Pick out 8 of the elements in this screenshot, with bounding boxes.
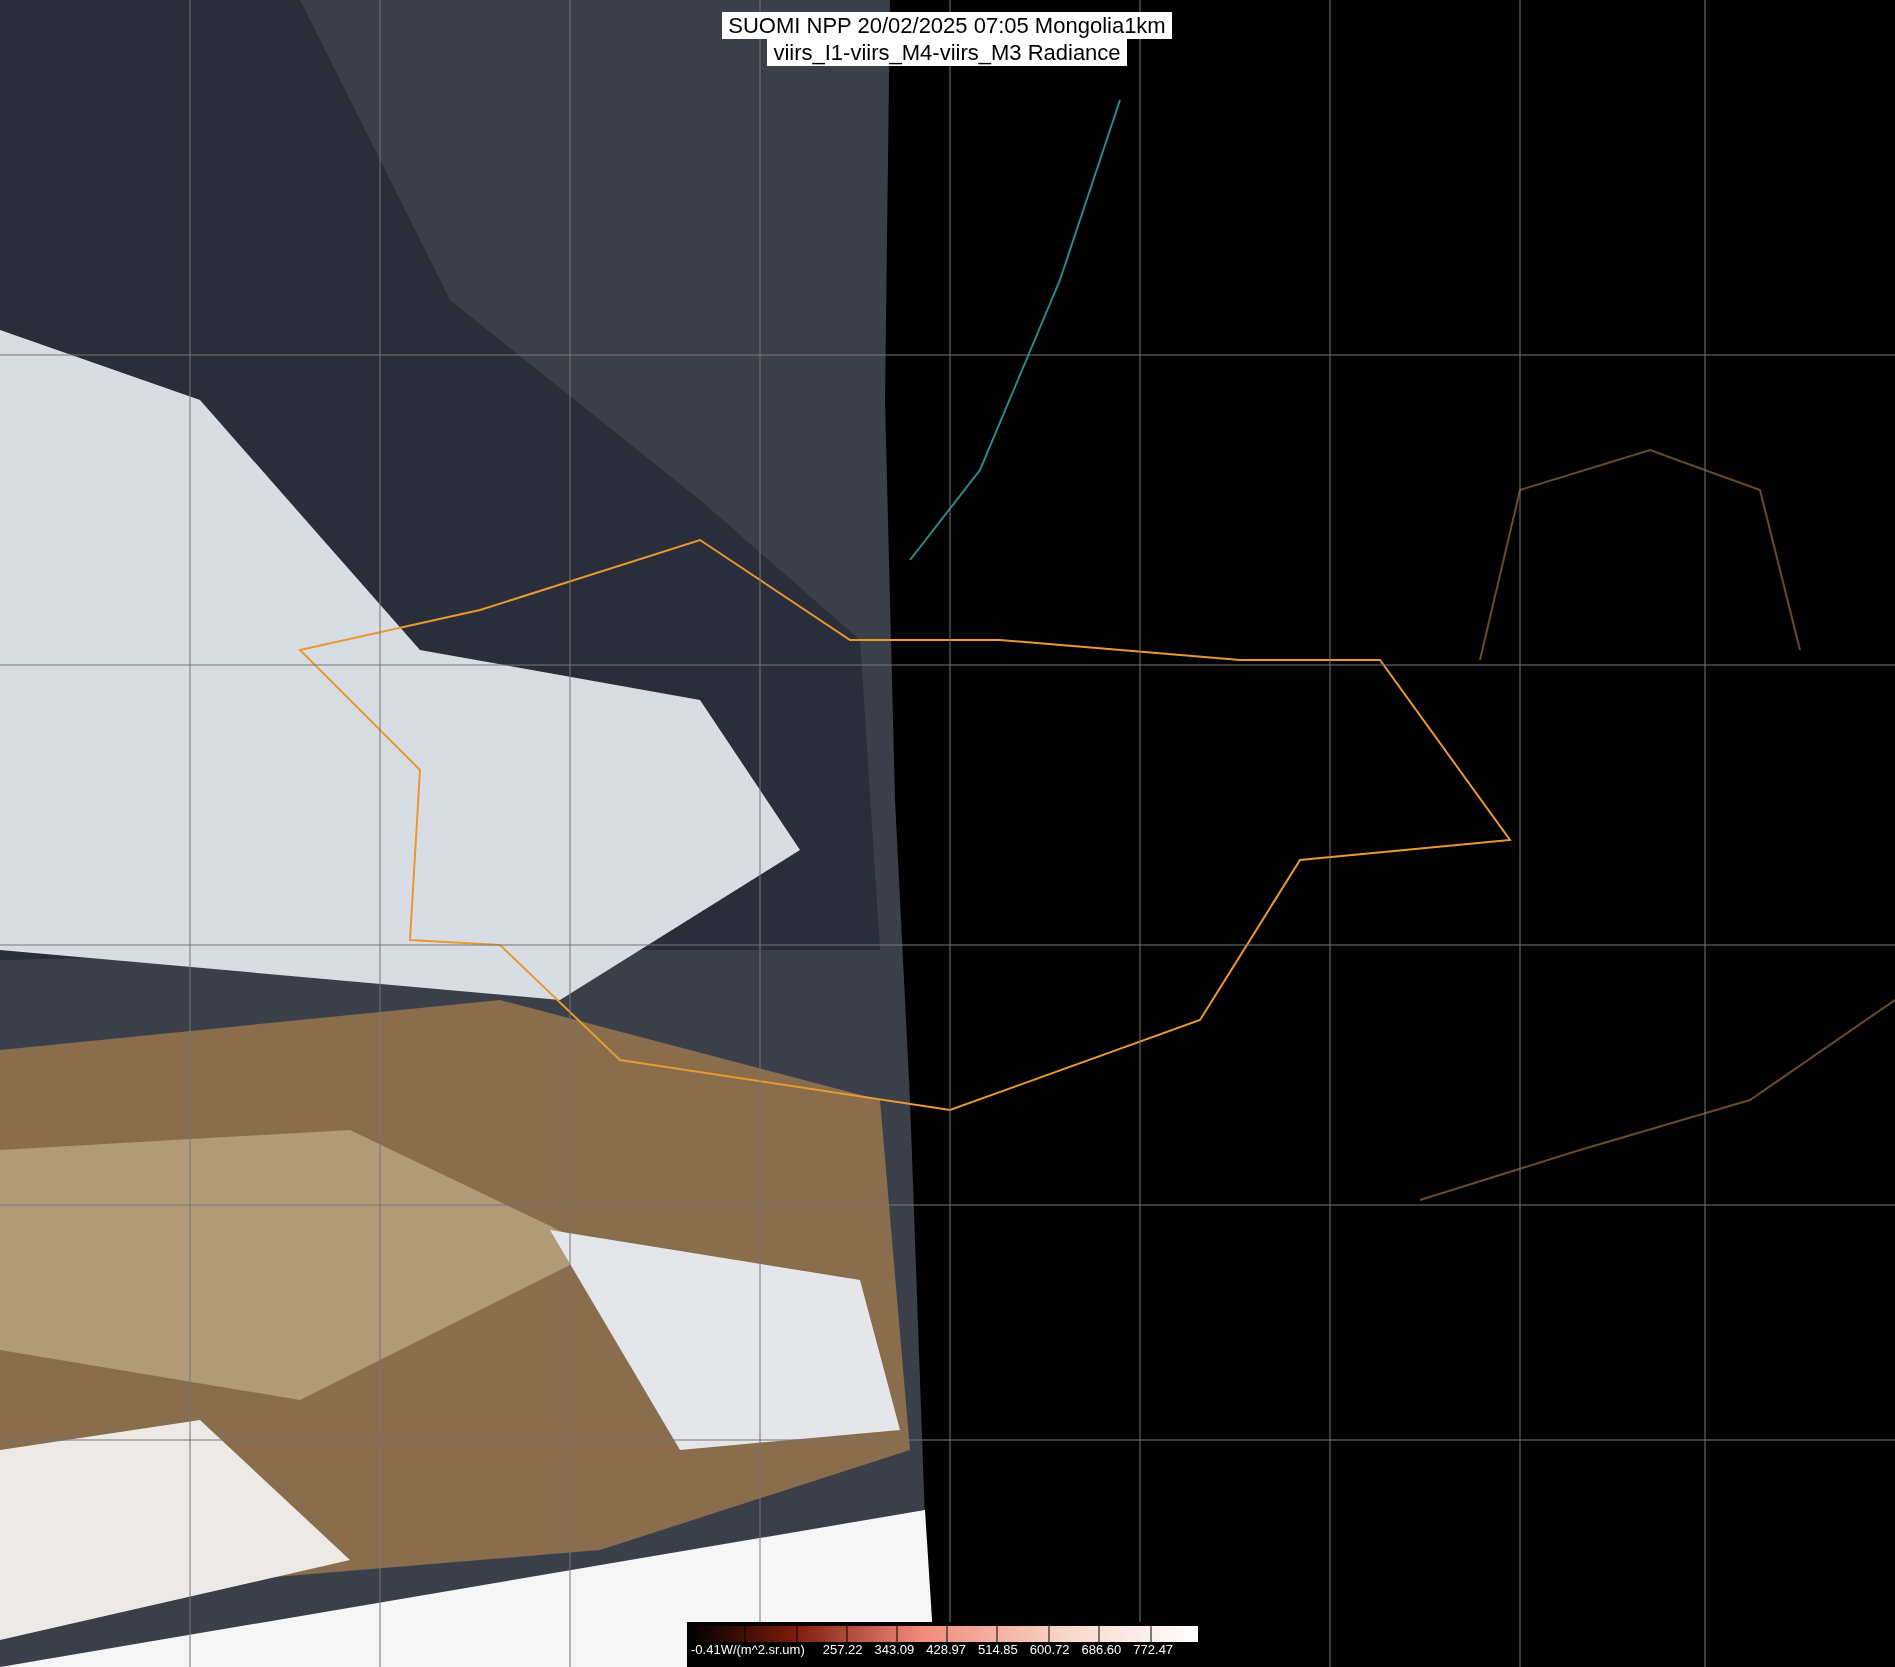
scale-label: 600.72	[1029, 1642, 1070, 1658]
scale-label: 343.09	[874, 1642, 915, 1658]
scale-label: 686.60	[1081, 1642, 1122, 1658]
scale-label: 257.22	[822, 1642, 863, 1658]
scale-label: 514.85	[978, 1642, 1018, 1658]
scale-label: -0.41W/(m^2.sr.um)	[691, 1642, 805, 1658]
scale-label: 428.97	[926, 1642, 967, 1658]
scale-label: 772.47	[1133, 1642, 1174, 1658]
